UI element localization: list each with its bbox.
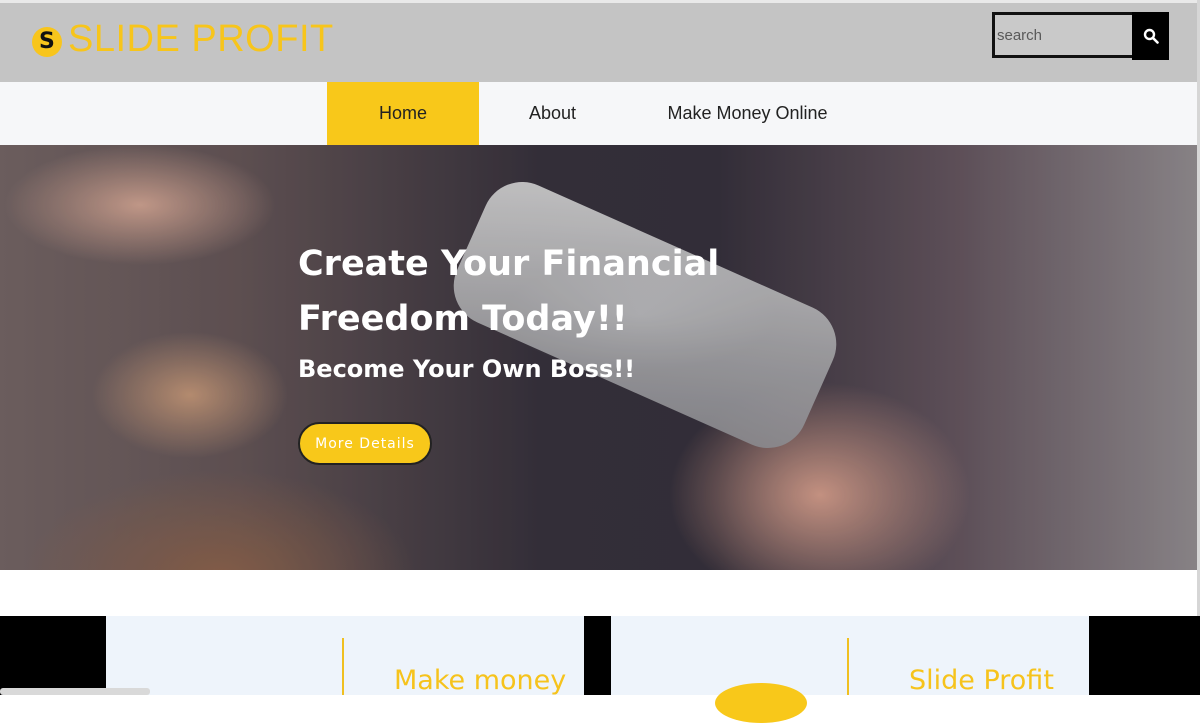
nav-item-home[interactable]: Home xyxy=(327,82,479,145)
card-slide-profit[interactable]: Slide Profit xyxy=(611,616,1089,695)
horizontal-scrollbar[interactable] xyxy=(0,688,150,695)
site-logo-text[interactable]: SLIDE PROFIT xyxy=(68,17,334,61)
coin-logo-icon: S xyxy=(32,27,62,57)
search-icon xyxy=(1143,28,1159,44)
search-form xyxy=(992,12,1169,60)
card-make-money[interactable]: Make money xyxy=(106,616,584,695)
main-nav: Home About Make Money Online xyxy=(0,82,1197,145)
card-title: Make money xyxy=(394,665,567,695)
hero-banner: Create Your Financial Freedom Today!! Be… xyxy=(0,145,1197,570)
site-logo[interactable]: S SLIDE PROFIT xyxy=(32,17,334,61)
search-input[interactable] xyxy=(992,12,1136,58)
card-title: Slide Profit xyxy=(909,665,1054,695)
hero-title: Create Your Financial Freedom Today!! xyxy=(298,244,720,339)
hero-subtitle: Become Your Own Boss!! xyxy=(298,355,636,383)
feature-cards: Make money Slide Profit xyxy=(0,616,1200,723)
nav-item-about[interactable]: About xyxy=(480,82,625,145)
search-button[interactable] xyxy=(1132,12,1169,60)
more-details-button[interactable]: More Details xyxy=(298,422,432,465)
header-bar: S SLIDE PROFIT xyxy=(0,0,1197,82)
coin-icon xyxy=(715,683,807,723)
nav-item-make-money-online[interactable]: Make Money Online xyxy=(640,82,855,145)
